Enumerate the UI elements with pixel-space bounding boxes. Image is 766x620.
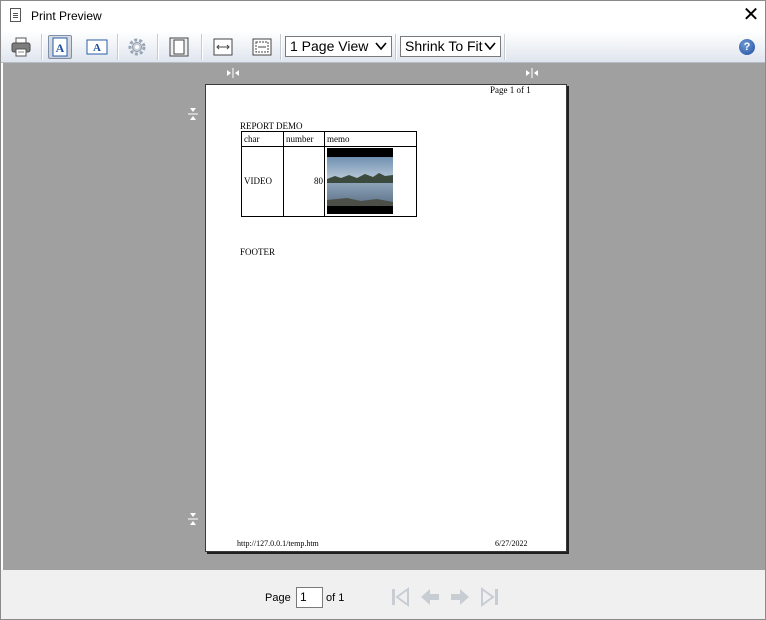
- column-header-number: number: [286, 134, 314, 144]
- page-setup-button[interactable]: [125, 35, 149, 59]
- table-cell-number: 80: [314, 176, 323, 186]
- fit-page-button[interactable]: [167, 35, 191, 59]
- scale-select[interactable]: Shrink To Fit: [400, 36, 501, 57]
- right-margin-handle-icon[interactable]: [524, 68, 540, 78]
- fit-page-icon: [169, 37, 189, 57]
- preview-page: Page 1 of 1 REPORT DEMO char number memo…: [205, 84, 567, 552]
- preview-area: Page 1 of 1 REPORT DEMO char number memo…: [3, 63, 765, 570]
- bottom-margin-handle-icon[interactable]: [188, 510, 198, 528]
- window-title: Print Preview: [31, 9, 102, 23]
- toolbar-separator: [41, 34, 43, 60]
- page-count-label: of 1: [326, 592, 345, 604]
- table-divider: [242, 146, 416, 147]
- fit-width-icon: [213, 38, 233, 56]
- title-bar: Print Preview ✕: [1, 1, 765, 31]
- fit-both-icon: [252, 38, 272, 56]
- page-view-select-value: 1 Page View: [290, 38, 369, 54]
- landscape-button[interactable]: A: [85, 35, 109, 59]
- report-title: REPORT DEMO: [240, 121, 303, 131]
- last-page-icon[interactable]: [479, 586, 501, 608]
- page-footer-date: 6/27/2022: [495, 539, 528, 548]
- toolbar: A A 1 Page View Shrink To Fit ?: [1, 31, 765, 63]
- left-margin-handle-icon[interactable]: [225, 68, 241, 78]
- gear-icon: [128, 38, 146, 56]
- close-button[interactable]: ✕: [737, 3, 765, 29]
- page-label: Page: [265, 592, 291, 604]
- first-page-icon[interactable]: [389, 586, 411, 608]
- toolbar-separator: [280, 34, 282, 60]
- page-number-input[interactable]: 1: [296, 587, 323, 608]
- next-page-icon[interactable]: [449, 586, 471, 608]
- scale-select-value: Shrink To Fit: [405, 38, 483, 54]
- table-cell-char: VIDEO: [244, 176, 272, 186]
- top-margin-handle-icon[interactable]: [188, 105, 198, 123]
- portrait-icon: A: [52, 37, 68, 57]
- page-footer-url: http://127.0.0.1/temp.htm: [237, 539, 319, 548]
- report-table: char number memo VIDEO 80: [241, 131, 417, 217]
- print-button[interactable]: [9, 35, 33, 59]
- column-header-char: char: [244, 134, 260, 144]
- help-icon[interactable]: ?: [739, 39, 755, 55]
- table-divider: [283, 132, 284, 216]
- svg-text:A: A: [93, 42, 101, 54]
- memo-image: [327, 148, 393, 214]
- column-header-memo: memo: [327, 134, 350, 144]
- print-preview-window: Print Preview ✕ A A 1 Page View Shrink T…: [0, 0, 766, 620]
- fit-both-button[interactable]: [250, 35, 274, 59]
- table-divider: [324, 132, 325, 216]
- chevron-down-icon: [375, 42, 387, 51]
- toolbar-separator: [157, 34, 159, 60]
- report-footer-label: FOOTER: [240, 247, 276, 257]
- page-header-number: Page 1 of 1: [490, 85, 531, 95]
- toolbar-separator: [504, 34, 506, 60]
- landscape-icon: A: [86, 39, 108, 55]
- status-bar: Page 1 of 1: [1, 570, 765, 619]
- previous-page-icon[interactable]: [419, 586, 441, 608]
- svg-text:A: A: [56, 41, 65, 55]
- toolbar-separator: [117, 34, 119, 60]
- fit-width-button[interactable]: [211, 35, 235, 59]
- lake-landscape-image: [327, 148, 393, 214]
- document-icon: [10, 8, 21, 22]
- chevron-down-icon: [484, 42, 496, 51]
- printer-icon: [11, 37, 31, 57]
- portrait-button[interactable]: A: [48, 35, 72, 59]
- page-view-select[interactable]: 1 Page View: [285, 36, 392, 57]
- toolbar-separator: [395, 34, 397, 60]
- toolbar-separator: [201, 34, 203, 60]
